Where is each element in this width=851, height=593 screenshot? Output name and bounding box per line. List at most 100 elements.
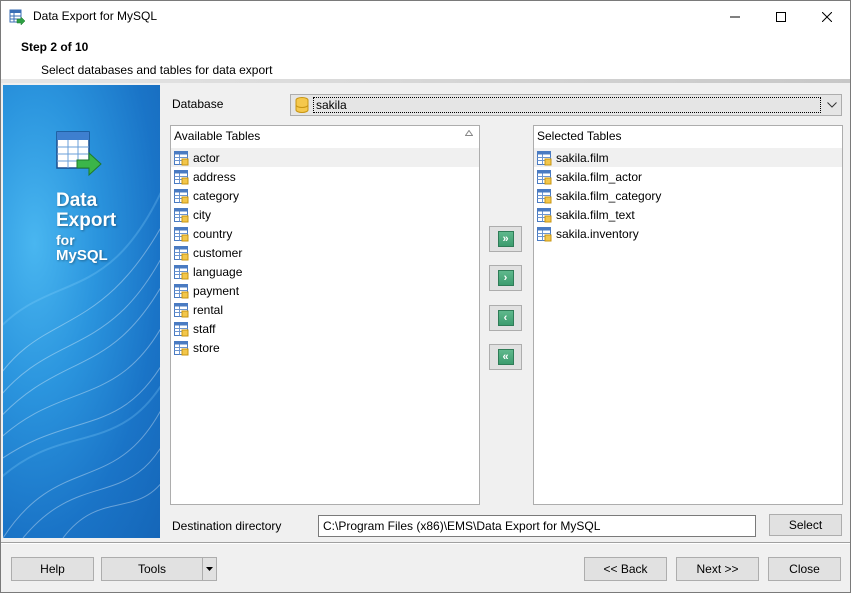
app-icon — [9, 9, 25, 25]
help-button[interactable]: Help — [11, 557, 94, 581]
selected-table-item[interactable]: sakila.film — [534, 148, 842, 167]
table-icon — [174, 226, 189, 241]
banner-line-3: for — [56, 232, 75, 248]
table-icon — [537, 207, 552, 222]
selected-table-item-label: sakila.film_text — [556, 207, 635, 222]
table-icon — [174, 302, 189, 317]
table-icon — [174, 340, 189, 355]
available-tables-items: actor address category city country customer l… — [171, 148, 479, 357]
database-select[interactable]: sakila — [290, 94, 842, 116]
tools-dropdown-button[interactable] — [202, 557, 217, 581]
table-icon — [174, 169, 189, 184]
available-table-item-label: address — [193, 169, 236, 184]
close-button[interactable]: Close — [768, 557, 841, 581]
available-table-item-label: staff — [193, 321, 216, 336]
close-window-button[interactable] — [804, 1, 850, 32]
wizard-window: Data Export for MySQL Step 2 of 10 Selec… — [0, 0, 851, 593]
banner-line-4: MySQL — [56, 247, 108, 264]
available-table-item[interactable]: city — [171, 205, 479, 224]
available-table-item[interactable]: actor — [171, 148, 479, 167]
side-banner: Data Export for MySQL — [3, 85, 160, 538]
data-export-icon — [56, 131, 102, 177]
next-button[interactable]: Next >> — [676, 557, 759, 581]
double-chevron-left-icon: « — [497, 349, 514, 365]
selected-table-item[interactable]: sakila.film_category — [534, 186, 842, 205]
step-description: Select databases and tables for data exp… — [41, 63, 273, 77]
available-table-item-label: country — [193, 226, 233, 241]
available-table-item[interactable]: staff — [171, 319, 479, 338]
chevron-left-icon: ‹ — [497, 310, 514, 326]
chevron-down-icon — [827, 102, 837, 108]
table-icon — [174, 207, 189, 222]
selected-table-item-label: sakila.film_category — [556, 188, 662, 203]
wizard-header: Step 2 of 10 Select databases and tables… — [1, 32, 850, 82]
available-table-item[interactable]: rental — [171, 300, 479, 319]
close-icon — [822, 11, 832, 22]
tools-button[interactable]: Tools — [101, 557, 203, 581]
back-button[interactable]: << Back — [584, 557, 667, 581]
banner-line-2: Export — [56, 210, 117, 231]
banner-line-1: Data — [56, 190, 98, 211]
table-icon — [174, 283, 189, 298]
available-table-item-label: store — [193, 340, 220, 355]
destination-label: Destination directory — [172, 519, 282, 533]
selected-table-item-label: sakila.inventory — [556, 226, 639, 241]
selected-table-item-label: sakila.film — [556, 150, 609, 165]
chevron-right-icon: › — [497, 270, 514, 286]
table-icon — [174, 264, 189, 279]
available-table-item-label: payment — [193, 283, 240, 298]
remove-button[interactable]: ‹ — [489, 305, 522, 331]
available-table-item-label: actor — [193, 150, 220, 165]
window-title: Data Export for MySQL — [33, 9, 158, 23]
sort-ascending-icon — [465, 130, 473, 136]
add-button[interactable]: › — [489, 265, 522, 291]
title-bar: Data Export for MySQL — [1, 1, 850, 32]
database-value: sakila — [313, 97, 821, 113]
database-label: Database — [172, 97, 224, 111]
table-icon — [174, 150, 189, 165]
table-icon — [174, 245, 189, 260]
selected-table-item[interactable]: sakila.film_actor — [534, 167, 842, 186]
available-table-item[interactable]: address — [171, 167, 479, 186]
available-table-item-label: language — [193, 264, 243, 279]
remove-all-button[interactable]: « — [489, 344, 522, 370]
available-table-item[interactable]: payment — [171, 281, 479, 300]
minimize-icon — [730, 16, 740, 17]
available-table-item-label: customer — [193, 245, 243, 260]
selected-tables-items: sakila.film sakila.film_actor sakila.film_… — [534, 148, 842, 243]
selected-table-item[interactable]: sakila.inventory — [534, 224, 842, 243]
triangle-down-icon — [206, 567, 213, 571]
destination-directory-input[interactable]: C:\Program Files (x86)\EMS\Data Export f… — [318, 515, 756, 537]
selected-table-item-label: sakila.film_actor — [556, 169, 643, 184]
double-chevron-right-icon: » — [497, 231, 514, 247]
table-icon — [174, 188, 189, 203]
available-tables-header[interactable]: Available Tables — [171, 126, 479, 147]
table-icon — [537, 150, 552, 165]
footer-divider-highlight — [1, 543, 850, 544]
banner-title: Data Export for MySQL — [56, 191, 116, 263]
minimize-button[interactable] — [712, 1, 758, 32]
available-table-item-label: rental — [193, 302, 224, 317]
maximize-icon — [776, 11, 786, 22]
selected-tables-list[interactable]: Selected Tables sakila.film sakila.film_a… — [533, 125, 843, 505]
select-directory-button[interactable]: Select — [769, 514, 842, 536]
database-icon — [295, 97, 309, 113]
selected-tables-header[interactable]: Selected Tables — [534, 126, 842, 147]
available-table-item[interactable]: customer — [171, 243, 479, 262]
table-icon — [537, 169, 552, 184]
available-table-item[interactable]: store — [171, 338, 479, 357]
selected-tables-header-label: Selected Tables — [537, 129, 622, 143]
available-tables-header-label: Available Tables — [174, 129, 261, 143]
available-table-item[interactable]: country — [171, 224, 479, 243]
add-all-button[interactable]: » — [489, 226, 522, 252]
maximize-button[interactable] — [758, 1, 804, 32]
selected-table-item[interactable]: sakila.film_text — [534, 205, 842, 224]
database-dropdown-button[interactable] — [823, 95, 841, 115]
table-icon — [537, 226, 552, 241]
table-icon — [174, 321, 189, 336]
available-table-item[interactable]: category — [171, 186, 479, 205]
available-table-item[interactable]: language — [171, 262, 479, 281]
available-table-item-label: city — [193, 207, 211, 222]
available-tables-list[interactable]: Available Tables actor address category cit… — [170, 125, 480, 505]
step-title: Step 2 of 10 — [21, 40, 89, 54]
